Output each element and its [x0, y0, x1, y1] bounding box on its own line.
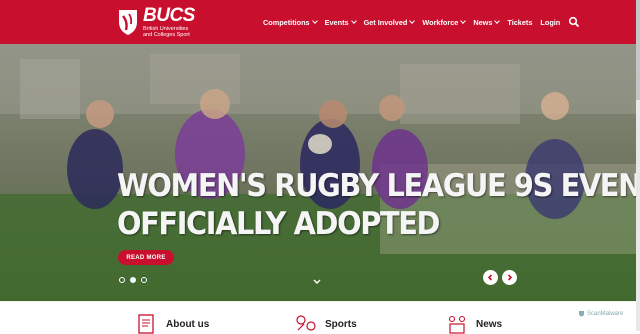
bucs-logo[interactable]: BUCS British Universities and Colleges S…: [117, 4, 195, 38]
nav-workforce[interactable]: Workforce: [422, 17, 467, 27]
chevron-down-icon: [350, 17, 357, 24]
nav-tickets[interactable]: Tickets: [507, 18, 532, 27]
nav-label: Events: [324, 17, 349, 27]
scroll-down-chevron-icon[interactable]: [312, 277, 322, 287]
hero-headline-line2: OFFICIALLY ADOPTED: [117, 206, 440, 242]
nav-label: Workforce: [422, 17, 459, 27]
nav-label: Competitions: [263, 17, 310, 27]
carousel-dot[interactable]: [119, 277, 125, 283]
shield-logo-icon: [119, 10, 137, 35]
carousel-dot[interactable]: [141, 277, 147, 283]
hero-carousel: WOMEN'S RUGBY LEAGUE 9S EVENT OFFICIALLY…: [0, 44, 636, 301]
nav-events[interactable]: Events: [324, 17, 357, 27]
feature-label: News: [476, 318, 503, 330]
document-icon: [138, 314, 154, 334]
nav-news[interactable]: News: [473, 17, 501, 27]
chevron-left-icon: [487, 274, 493, 281]
search-icon[interactable]: [568, 16, 580, 28]
hero-headline-line1: WOMEN'S RUGBY LEAGUE 9S EVENT: [117, 168, 636, 204]
carousel-dots: [119, 277, 147, 283]
nav-label: Get Involved: [363, 17, 408, 27]
nav-label: News: [473, 17, 493, 27]
read-more-button[interactable]: READ MORE: [118, 250, 174, 265]
shield-icon: [579, 311, 584, 317]
nav-get-involved[interactable]: Get Involved: [363, 17, 416, 27]
chevron-down-icon: [311, 17, 318, 24]
nav-competitions[interactable]: Competitions: [263, 17, 318, 27]
brand-subtitle-2: and Colleges Sport: [143, 32, 190, 38]
feature-news[interactable]: News: [446, 314, 502, 334]
features-strip: About us Sports News: [0, 301, 636, 334]
news-icon: [448, 315, 466, 334]
scrollbar-thumb[interactable]: [636, 0, 640, 100]
feature-label: About us: [166, 318, 210, 330]
brand-name: BUCS: [143, 4, 195, 26]
main-nav: Competitions Events Get Involved Workfor…: [263, 15, 580, 29]
nav-login[interactable]: Login: [540, 18, 560, 27]
chevron-down-icon: [494, 17, 501, 24]
nav-label: Tickets: [507, 17, 533, 27]
scanmalware-watermark: ScanMalware: [578, 310, 623, 317]
chevron-down-icon: [460, 17, 467, 24]
carousel-prev-button[interactable]: [483, 270, 498, 285]
feature-sports[interactable]: Sports: [295, 314, 357, 334]
chevron-down-icon: [409, 17, 416, 24]
sports-icon: [296, 315, 316, 331]
carousel-next-button[interactable]: [502, 270, 517, 285]
nav-label: Login: [540, 17, 561, 27]
carousel-dot-active[interactable]: [130, 277, 136, 283]
feature-about-us[interactable]: About us: [136, 314, 209, 334]
feature-label: Sports: [325, 318, 357, 330]
chevron-right-icon: [507, 274, 513, 281]
watermark-text: ScanMalware: [587, 310, 624, 317]
site-header: BUCS British Universities and Colleges S…: [0, 0, 636, 44]
